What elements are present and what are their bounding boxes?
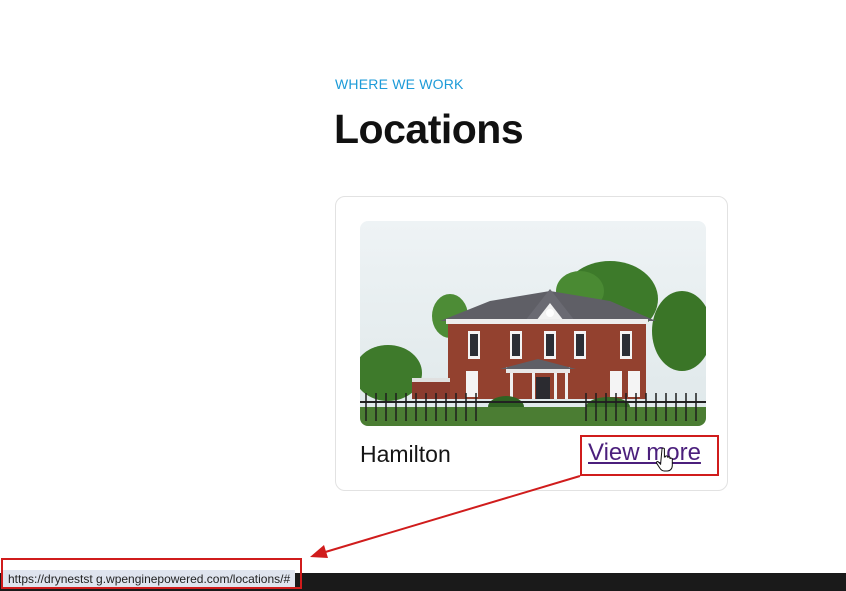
section-eyebrow: WHERE WE WORK [335, 76, 464, 92]
annotation-highlight-link [580, 435, 719, 476]
location-photo [360, 221, 706, 426]
house-image [360, 221, 706, 426]
page-title: Locations [334, 106, 524, 152]
location-name: Hamilton [360, 441, 451, 467]
annotation-highlight-status [1, 558, 302, 589]
hand-cursor-icon [656, 447, 673, 472]
